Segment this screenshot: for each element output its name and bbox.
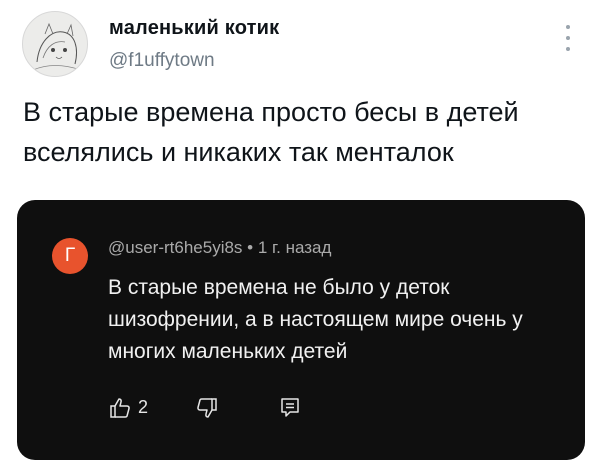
user-handle[interactable]: @f1uffytown (109, 50, 215, 72)
tweet-text: В старые времена просто бесы в детей все… (23, 97, 519, 167)
comment-meta: @user-rt6he5yi8s • 1 г. назад (108, 238, 331, 258)
user-avatar[interactable] (22, 11, 88, 77)
comment-time: 1 г. назад (257, 238, 332, 257)
meta-separator: • (247, 238, 258, 257)
comment-text: В старые времена не было у деток шизофре… (108, 276, 523, 363)
tweet-card: маленький котик @f1uffytown В старые вре… (0, 0, 604, 472)
thumbs-up-icon (108, 396, 132, 425)
more-options-icon[interactable] (563, 25, 573, 51)
display-name[interactable]: маленький котик (109, 17, 279, 40)
embedded-comment-screenshot: Г @user-rt6he5yi8s • 1 г. назад В старые… (17, 200, 585, 460)
like-count: 2 (138, 397, 149, 417)
thumbs-down-icon (195, 396, 219, 425)
comment-actions: 2 (108, 396, 528, 420)
comment-username: @user-rt6he5yi8s (108, 238, 243, 257)
reply-icon (278, 396, 302, 425)
comment-avatar: Г (52, 238, 88, 274)
